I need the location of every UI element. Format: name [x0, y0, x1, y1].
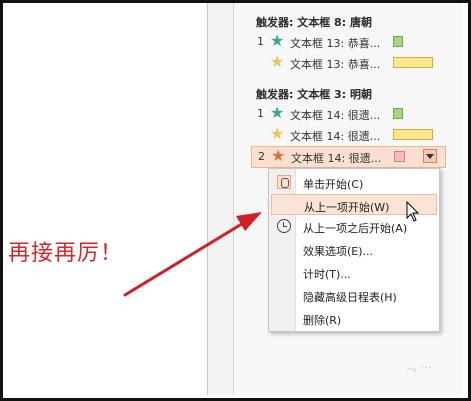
mouse-cursor-icon — [406, 201, 420, 222]
watermark: ﹁ ⋯ — [404, 360, 432, 374]
annotation-arrow — [123, 212, 262, 297]
